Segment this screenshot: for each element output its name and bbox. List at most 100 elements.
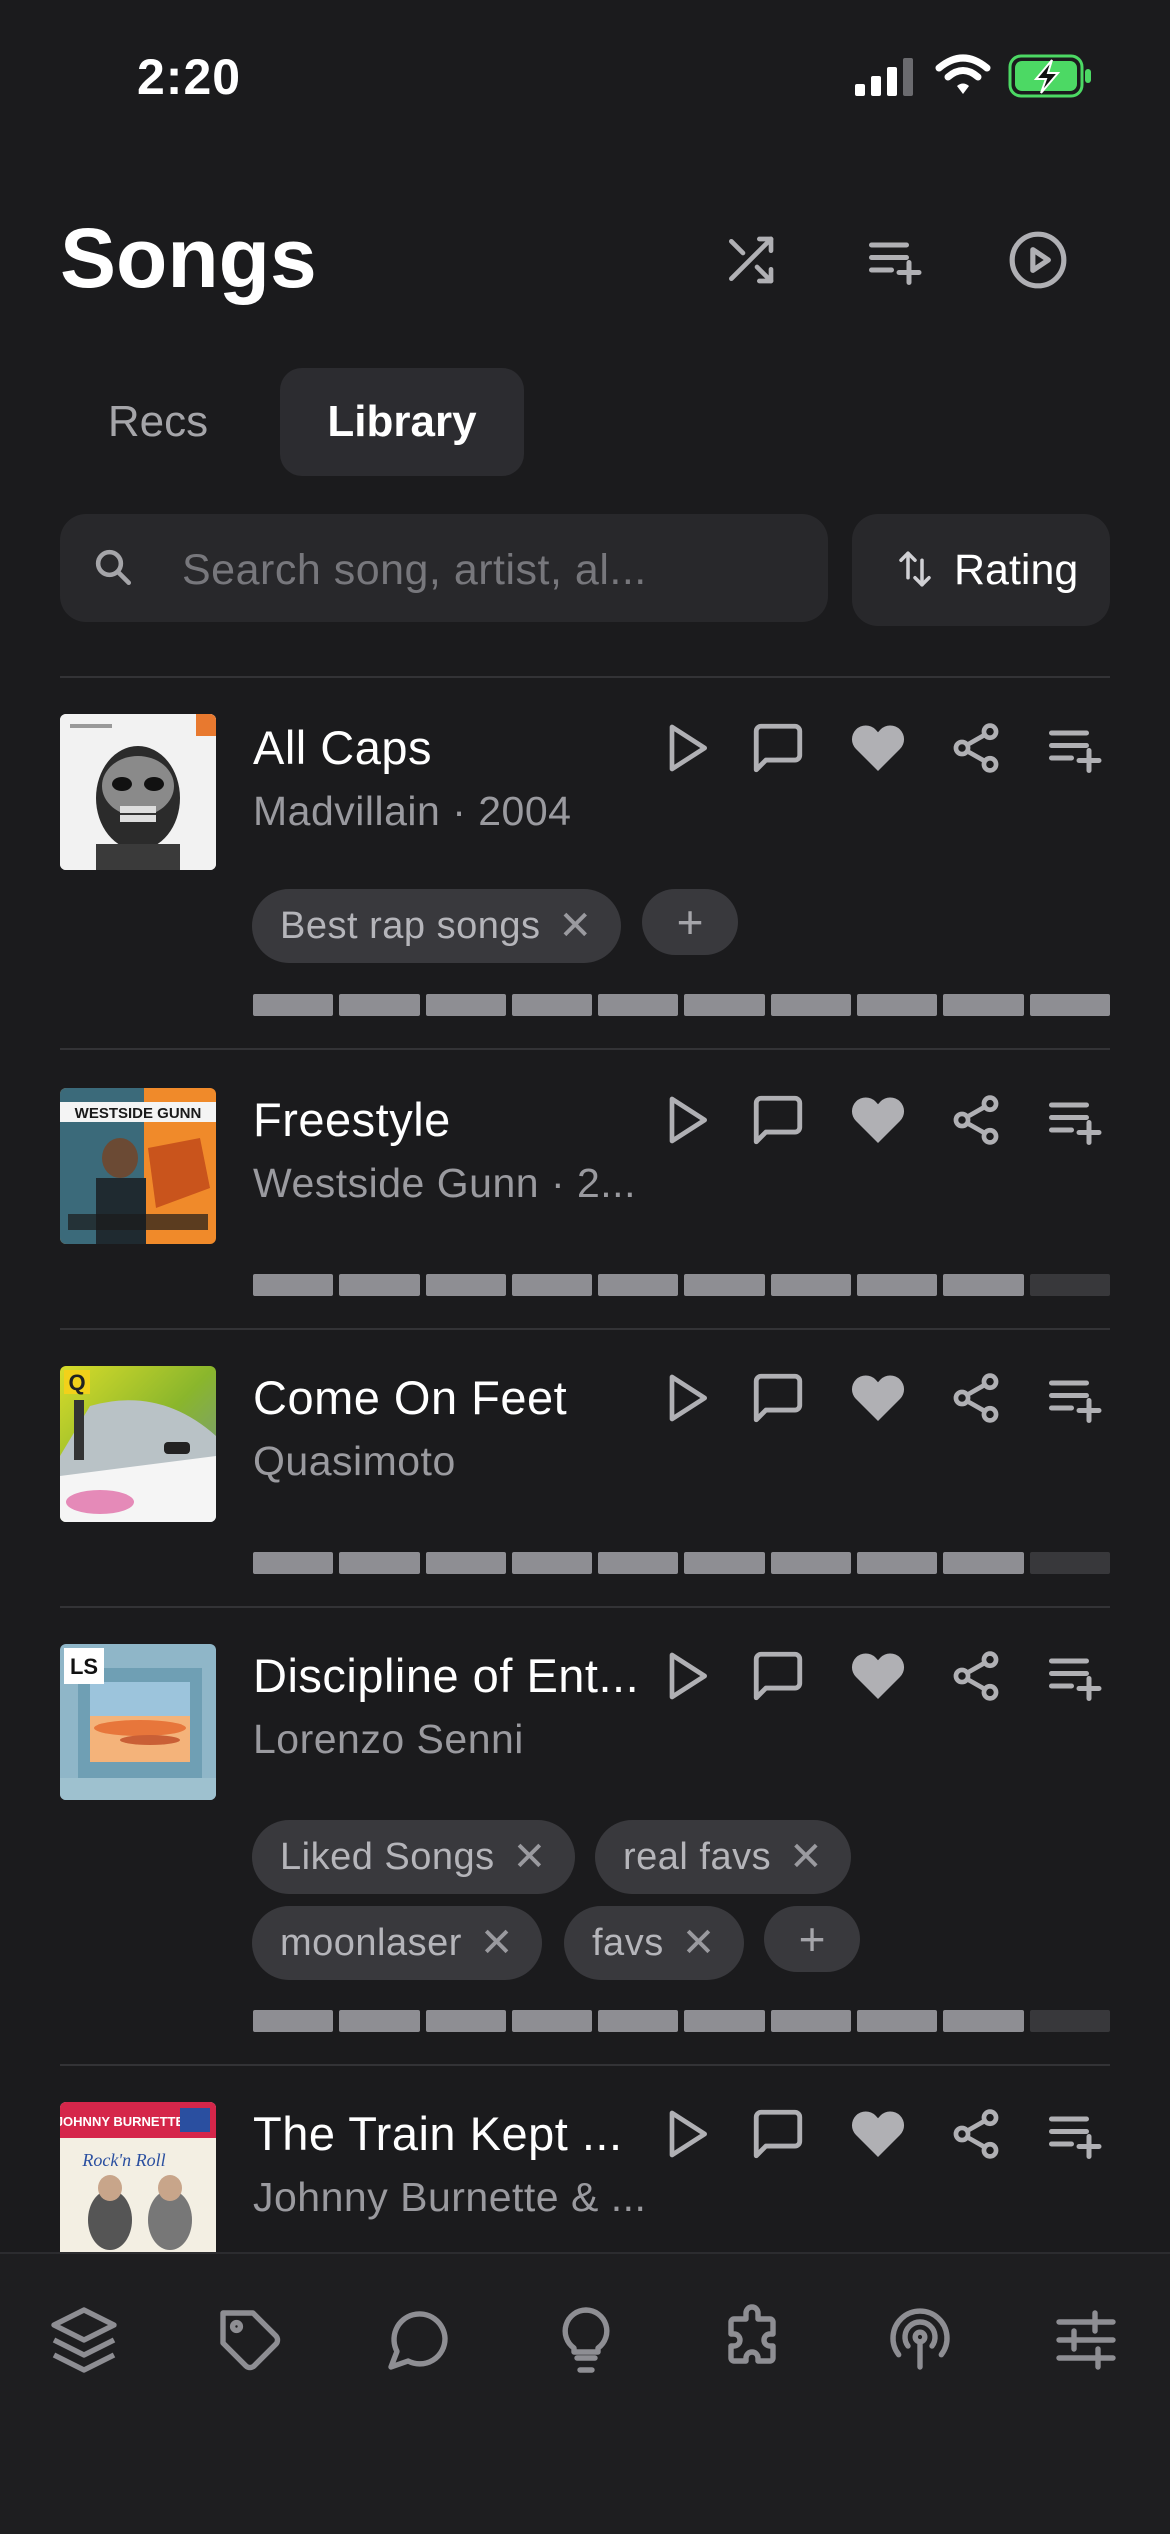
comment-button[interactable] xyxy=(742,712,814,784)
add-tag-button[interactable]: + xyxy=(642,889,738,955)
rating-segment-filled[interactable] xyxy=(598,2010,679,2032)
play-button[interactable] xyxy=(650,712,722,784)
rating-segment-filled[interactable] xyxy=(253,1274,334,1296)
song-subtitle[interactable]: Lorenzo Senni xyxy=(253,1716,524,1763)
rating-segment-filled[interactable] xyxy=(770,2010,852,2032)
rating-segment-filled[interactable] xyxy=(857,1552,938,1574)
rating-segment-filled[interactable] xyxy=(511,2010,593,2032)
rating-segment-filled[interactable] xyxy=(339,2010,420,2032)
rating-segment-empty[interactable] xyxy=(1029,1274,1110,1296)
tag-chip[interactable]: favs ✕ xyxy=(564,1906,744,1980)
comment-button[interactable] xyxy=(742,2098,814,2170)
play-button[interactable] xyxy=(650,2098,722,2170)
rating-bar[interactable] xyxy=(253,1274,1110,1296)
rating-segment-filled[interactable] xyxy=(770,994,852,1016)
tag-chip[interactable]: moonlaser ✕ xyxy=(252,1906,542,1980)
nav-tags-button[interactable] xyxy=(210,2300,290,2380)
nav-radio-button[interactable] xyxy=(880,2300,960,2380)
rating-segment-filled[interactable] xyxy=(339,1552,420,1574)
rating-segment-filled[interactable] xyxy=(598,1274,679,1296)
song-subtitle[interactable]: Quasimoto xyxy=(253,1438,456,1485)
play-button[interactable] xyxy=(650,1640,722,1712)
nav-settings-button[interactable] xyxy=(1046,2300,1126,2380)
comment-button[interactable] xyxy=(742,1084,814,1156)
nav-layers-button[interactable] xyxy=(44,2300,124,2380)
rating-segment-filled[interactable] xyxy=(339,1274,420,1296)
album-art[interactable]: JOHNNY BURNETTE Rock'n Roll xyxy=(60,2102,216,2258)
album-art[interactable]: LS xyxy=(60,1644,216,1800)
like-button[interactable] xyxy=(842,712,914,784)
rating-segment-filled[interactable] xyxy=(511,994,593,1016)
rating-segment-filled[interactable] xyxy=(684,994,765,1016)
rating-segment-filled[interactable] xyxy=(253,994,334,1016)
rating-segment-filled[interactable] xyxy=(943,1552,1024,1574)
rating-segment-empty[interactable] xyxy=(1029,1552,1110,1574)
album-art[interactable]: WESTSIDE GUNN xyxy=(60,1088,216,1244)
play-all-button[interactable] xyxy=(1002,224,1074,296)
rating-segment-filled[interactable] xyxy=(425,1552,506,1574)
tag-chip[interactable]: Best rap songs ✕ xyxy=(252,889,621,963)
add-to-queue-button[interactable] xyxy=(858,224,930,296)
rating-segment-filled[interactable] xyxy=(770,1552,852,1574)
tag-chip[interactable]: real favs ✕ xyxy=(595,1820,852,1894)
tab-library[interactable]: Library xyxy=(280,368,524,476)
song-subtitle[interactable]: Johnny Burnette & ... xyxy=(253,2174,646,2221)
rating-bar[interactable] xyxy=(253,1552,1110,1574)
album-art[interactable]: Q xyxy=(60,1366,216,1522)
rating-segment-filled[interactable] xyxy=(943,2010,1024,2032)
remove-tag-icon[interactable]: ✕ xyxy=(558,903,592,949)
rating-bar[interactable] xyxy=(253,2010,1110,2032)
share-button[interactable] xyxy=(940,712,1012,784)
rating-segment-filled[interactable] xyxy=(684,2010,765,2032)
nav-chat-button[interactable] xyxy=(378,2300,458,2380)
rating-segment-filled[interactable] xyxy=(511,1552,593,1574)
share-button[interactable] xyxy=(940,1084,1012,1156)
rating-segment-filled[interactable] xyxy=(425,2010,506,2032)
rating-segment-filled[interactable] xyxy=(857,2010,938,2032)
like-button[interactable] xyxy=(842,1362,914,1434)
rating-segment-filled[interactable] xyxy=(857,1274,938,1296)
rating-segment-filled[interactable] xyxy=(770,1274,852,1296)
rating-bar[interactable] xyxy=(253,994,1110,1016)
song-subtitle[interactable]: Madvillain · 2004 xyxy=(253,788,571,835)
add-to-queue-button[interactable] xyxy=(1038,1362,1110,1434)
rating-segment-empty[interactable] xyxy=(1029,2010,1110,2032)
song-title[interactable]: The Train Kept ... xyxy=(253,2106,623,2161)
song-subtitle[interactable]: Westside Gunn · 2... xyxy=(253,1160,636,1207)
rating-segment-filled[interactable] xyxy=(943,994,1024,1016)
rating-segment-filled[interactable] xyxy=(339,994,420,1016)
share-button[interactable] xyxy=(940,1640,1012,1712)
rating-segment-filled[interactable] xyxy=(598,1552,679,1574)
tag-chip[interactable]: Liked Songs ✕ xyxy=(252,1820,575,1894)
like-button[interactable] xyxy=(842,2098,914,2170)
rating-segment-filled[interactable] xyxy=(511,1274,593,1296)
rating-segment-filled[interactable] xyxy=(253,1552,334,1574)
comment-button[interactable] xyxy=(742,1362,814,1434)
remove-tag-icon[interactable]: ✕ xyxy=(789,1834,823,1880)
album-art[interactable] xyxy=(60,714,216,870)
rating-segment-filled[interactable] xyxy=(857,994,938,1016)
remove-tag-icon[interactable]: ✕ xyxy=(682,1920,716,1966)
song-title[interactable]: Freestyle xyxy=(253,1092,451,1147)
remove-tag-icon[interactable]: ✕ xyxy=(480,1920,514,1966)
add-to-queue-button[interactable] xyxy=(1038,2098,1110,2170)
nav-extensions-button[interactable] xyxy=(712,2300,792,2380)
add-to-queue-button[interactable] xyxy=(1038,1640,1110,1712)
remove-tag-icon[interactable]: ✕ xyxy=(513,1834,547,1880)
rating-segment-filled[interactable] xyxy=(425,994,506,1016)
add-tag-button[interactable]: + xyxy=(764,1906,860,1972)
rating-segment-filled[interactable] xyxy=(1029,994,1110,1016)
rating-segment-filled[interactable] xyxy=(253,2010,334,2032)
rating-segment-filled[interactable] xyxy=(598,994,679,1016)
shuffle-button[interactable] xyxy=(714,224,786,296)
add-to-queue-button[interactable] xyxy=(1038,712,1110,784)
rating-segment-filled[interactable] xyxy=(943,1274,1024,1296)
share-button[interactable] xyxy=(940,2098,1012,2170)
play-button[interactable] xyxy=(650,1084,722,1156)
like-button[interactable] xyxy=(842,1640,914,1712)
song-title[interactable]: All Caps xyxy=(253,720,432,775)
song-title[interactable]: Discipline of Ent... xyxy=(253,1648,639,1703)
rating-segment-filled[interactable] xyxy=(425,1274,506,1296)
nav-ideas-button[interactable] xyxy=(546,2300,626,2380)
share-button[interactable] xyxy=(940,1362,1012,1434)
